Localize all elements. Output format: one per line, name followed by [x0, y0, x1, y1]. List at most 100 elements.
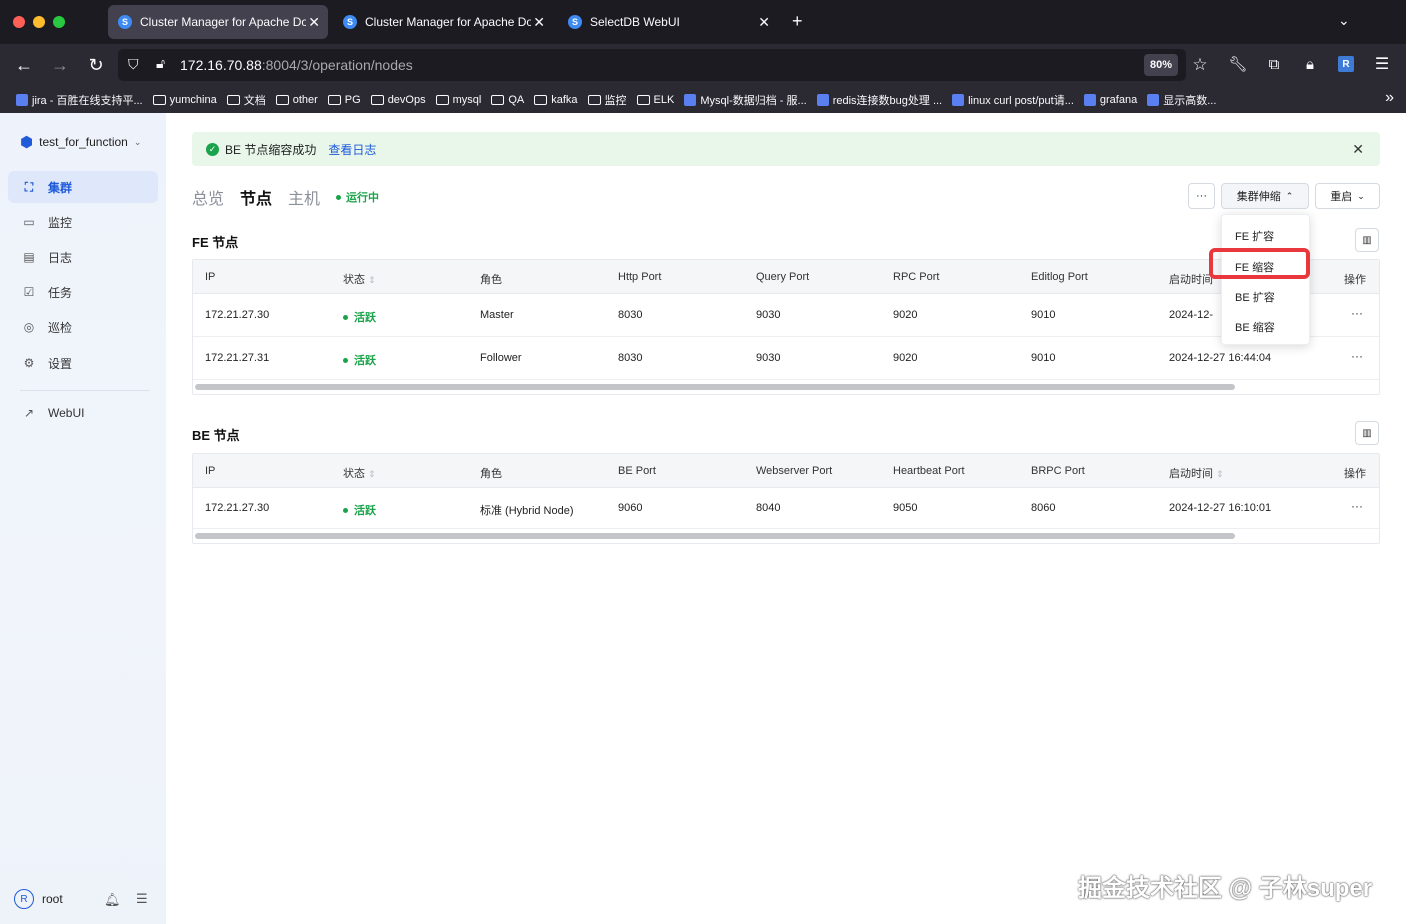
bookmark-item[interactable]: QA — [491, 94, 524, 106]
tab-list-chevron-icon[interactable]: ⌄ — [1338, 12, 1350, 29]
cell-heartbeat-port: 9050 — [893, 502, 918, 514]
folder-icon — [370, 94, 384, 105]
scrollbar-thumb[interactable] — [195, 533, 1235, 539]
cell-query-port: 9030 — [756, 309, 781, 321]
zoom-level-badge[interactable]: 80% — [1143, 54, 1178, 76]
sidebar-item-inspect[interactable]: ◎ 巡检 — [8, 311, 158, 343]
bookmark-item[interactable]: 监控 — [587, 92, 627, 108]
bookmark-label: linux curl post/put请... — [968, 94, 1074, 107]
view-log-link[interactable]: 查看日志 — [328, 141, 376, 158]
forward-arrow-icon[interactable]: → — [48, 54, 72, 76]
menu-item-fe-scale-out[interactable]: FE 扩容 — [1235, 228, 1274, 244]
insecure-lock-icon[interactable]: 🔓︎ — [156, 55, 165, 72]
bookmark-item[interactable]: redis连接数bug处理 ... — [816, 92, 942, 108]
scrollbar-thumb[interactable] — [195, 384, 1235, 390]
tab-nodes[interactable]: 节点 — [240, 185, 272, 209]
shield-icon[interactable]: ⛉ — [128, 56, 139, 73]
close-icon[interactable]: ✕ — [1352, 141, 1364, 158]
bookmarks-overflow-icon[interactable]: » — [1385, 89, 1394, 107]
sidebar-item-monitor[interactable]: ▭ 监控 — [8, 206, 158, 238]
column-settings-icon[interactable]: ▥ — [1355, 228, 1379, 252]
bookmark-item[interactable]: grafana — [1083, 93, 1137, 106]
sidebar-item-settings[interactable]: ⚙ 设置 — [8, 347, 158, 379]
column-header: Editlog Port — [1031, 271, 1088, 283]
address-bar[interactable]: ⛉ 🔓︎ 172.16.70.88:8004/3/operation/nodes… — [118, 49, 1186, 81]
browser-tab[interactable]: S Cluster Manager for Apache Doris ✕ — [108, 5, 328, 39]
bookmark-item[interactable]: jira - 百胜在线支持平... — [16, 92, 143, 108]
column-header: 操作 — [1344, 274, 1366, 286]
app-menu-icon[interactable]: ☰ — [1370, 54, 1394, 76]
cell-editlog-port: 9010 — [1031, 309, 1056, 321]
menu-item-be-scale-out[interactable]: BE 扩容 — [1235, 289, 1275, 305]
new-tab-icon[interactable]: + — [792, 11, 803, 32]
table-row: 172.21.27.31 活跃 Follower 8030 9030 9020 … — [193, 337, 1379, 380]
reload-icon[interactable]: ↻ — [84, 54, 108, 76]
browser-tab[interactable]: S Cluster Manager for Apache Doris ✕ — [333, 5, 553, 39]
chevron-up-icon: ⌃ — [1285, 190, 1294, 201]
column-header-sortable[interactable]: 状态 ⇕ — [343, 465, 376, 481]
column-header: BE Port — [618, 465, 656, 477]
restart-button[interactable]: 重启 ⌄ — [1315, 183, 1380, 209]
cluster-scale-button[interactable]: 集群伸缩 ⌃ — [1221, 183, 1309, 209]
extensions-icon[interactable]: ⧉ — [1262, 54, 1286, 76]
tab-close-icon[interactable]: ✕ — [758, 14, 770, 31]
bookmark-item[interactable]: other — [275, 94, 318, 106]
lock-icon[interactable]: 🔒︎ — [1298, 54, 1322, 76]
bookmark-item[interactable]: linux curl post/put请... — [952, 92, 1074, 108]
bookmark-item[interactable]: devOps — [370, 94, 426, 106]
bookmark-item[interactable]: 显示高数... — [1147, 92, 1216, 108]
profile-extension-icon[interactable]: R — [1338, 56, 1354, 72]
more-button[interactable]: ··· — [1188, 183, 1215, 209]
minimize-window-button[interactable] — [33, 16, 45, 28]
horizontal-scrollbar[interactable] — [193, 380, 1379, 394]
tab-close-icon[interactable]: ✕ — [533, 14, 545, 31]
status-dot — [343, 507, 348, 513]
cell-ip: 172.21.27.31 — [205, 352, 270, 364]
sidebar: ⬢ test_for_function ⌄ ⛶ 集群 ▭ 监控 ▤ 日志 ☑ 任… — [0, 113, 166, 924]
bell-icon[interactable]: 🔔︎ — [104, 892, 121, 908]
menu-item-be-scale-in[interactable]: BE 缩容 — [1235, 319, 1275, 335]
bookmark-item[interactable]: mysql — [435, 94, 481, 106]
collapse-sidebar-icon[interactable]: ☰ — [136, 891, 148, 907]
bookmark-item[interactable]: Mysql-数据归档 - 服... — [684, 92, 807, 108]
horizontal-scrollbar[interactable] — [193, 529, 1379, 543]
annotation-highlight-box — [1209, 248, 1310, 279]
tab-close-icon[interactable]: ✕ — [308, 14, 320, 31]
cluster-name: test_for_function — [39, 135, 128, 149]
url-text[interactable]: 172.16.70.88:8004/3/operation/nodes — [180, 57, 413, 73]
bookmark-item[interactable]: kafka — [534, 94, 578, 106]
close-window-button[interactable] — [13, 16, 25, 28]
cell-ip: 172.21.27.30 — [205, 309, 270, 321]
bookmark-item[interactable]: ELK — [636, 94, 674, 106]
favicon-icon — [952, 93, 965, 106]
sidebar-item-webui[interactable]: ↗ WebUI — [8, 397, 158, 429]
browser-toolbar: ← → ↻ ⛉ 🔓︎ 172.16.70.88:8004/3/operation… — [0, 44, 1406, 86]
back-arrow-icon[interactable]: ← — [12, 54, 36, 76]
user-menu[interactable]: R root — [14, 889, 63, 909]
column-header-label: 启动时间 — [1169, 468, 1213, 480]
row-actions-button[interactable]: ··· — [1351, 306, 1363, 320]
sidebar-item-log[interactable]: ▤ 日志 — [8, 241, 158, 273]
bookmark-item[interactable]: PG — [327, 94, 361, 106]
sidebar-item-label: 集群 — [48, 180, 73, 195]
column-header-sortable[interactable]: 启动时间 ⇕ — [1169, 465, 1224, 481]
maximize-window-button[interactable] — [53, 16, 65, 28]
column-header-sortable[interactable]: 状态 ⇕ — [343, 271, 376, 287]
tools-wrench-icon[interactable]: 🔧︎ — [1226, 54, 1250, 76]
bookmark-star-icon[interactable]: ☆ — [1188, 54, 1212, 76]
doris-favicon-icon: S — [343, 15, 357, 29]
column-settings-icon[interactable]: ▥ — [1355, 421, 1379, 445]
cluster-scale-dropdown: FE 扩容 FE 缩容 BE 扩容 BE 缩容 — [1221, 214, 1310, 345]
row-actions-button[interactable]: ··· — [1351, 499, 1363, 513]
sidebar-item-task[interactable]: ☑ 任务 — [8, 276, 158, 308]
bookmark-item[interactable]: 文档 — [226, 92, 266, 108]
tab-overview[interactable]: 总览 — [192, 185, 224, 209]
row-actions-button[interactable]: ··· — [1351, 349, 1363, 363]
sidebar-item-cluster[interactable]: ⛶ 集群 — [8, 171, 158, 203]
browser-tab[interactable]: S SelectDB WebUI ✕ — [558, 5, 778, 39]
bookmark-item[interactable]: yumchina — [152, 94, 217, 106]
bookmark-label: 监控 — [604, 94, 627, 107]
tab-hosts[interactable]: 主机 — [288, 185, 320, 209]
status-dot — [343, 357, 348, 363]
cluster-switcher[interactable]: ⬢ test_for_function ⌄ — [20, 133, 141, 151]
